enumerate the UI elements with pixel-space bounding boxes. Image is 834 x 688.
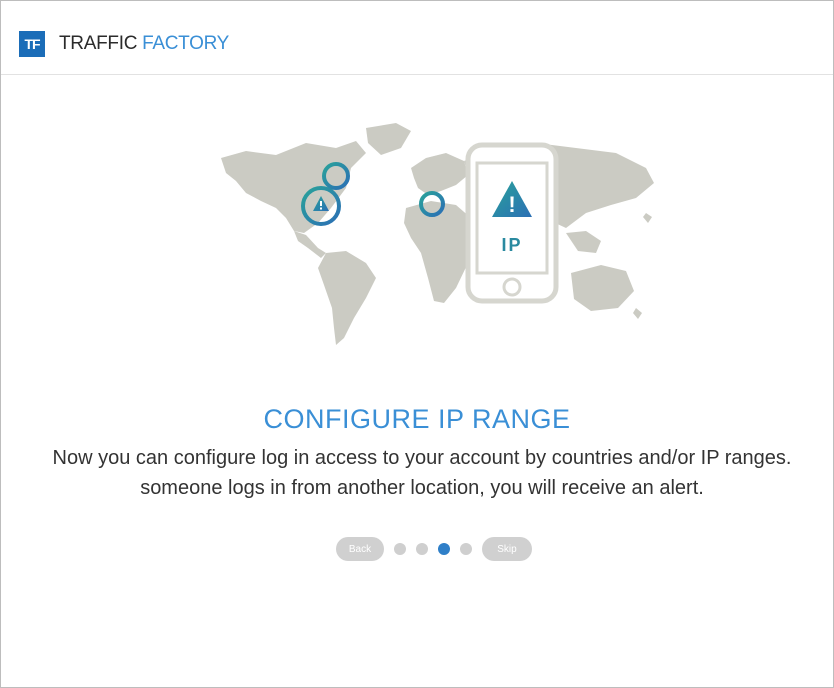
brand-name: TRAFFIC FACTORY: [59, 32, 229, 56]
world-map-icon: ! IP: [221, 123, 654, 345]
description-line-1: Now you can configure log in access to y…: [52, 447, 792, 469]
smartphone-icon: ! IP: [465, 142, 559, 304]
svg-text:!: !: [508, 192, 515, 217]
step-dot-1[interactable]: [394, 543, 406, 555]
pager: Back Skip: [336, 537, 532, 561]
brand-name-part1: TRAFFIC: [59, 33, 138, 54]
svg-text:IP: IP: [501, 235, 522, 255]
ip-range-illustration: ! IP: [206, 113, 676, 348]
description: Now you can configure log in access to y…: [1, 443, 833, 503]
back-button[interactable]: Back: [336, 537, 384, 561]
step-dot-2[interactable]: [416, 543, 428, 555]
step-dot-4[interactable]: [460, 543, 472, 555]
onboarding-window: TF TRAFFIC FACTORY ! IP CONFIGURE IP RAN…: [0, 0, 834, 688]
description-line-2: someone logs in from another location, y…: [140, 477, 704, 499]
page-title: CONFIGURE IP RANGE: [263, 404, 571, 434]
logo-icon: TF: [19, 31, 45, 57]
skip-button[interactable]: Skip: [482, 537, 532, 561]
header: TF TRAFFIC FACTORY: [1, 1, 833, 75]
brand-name-part2: FACTORY: [142, 33, 230, 54]
step-dot-3[interactable]: [438, 543, 450, 555]
